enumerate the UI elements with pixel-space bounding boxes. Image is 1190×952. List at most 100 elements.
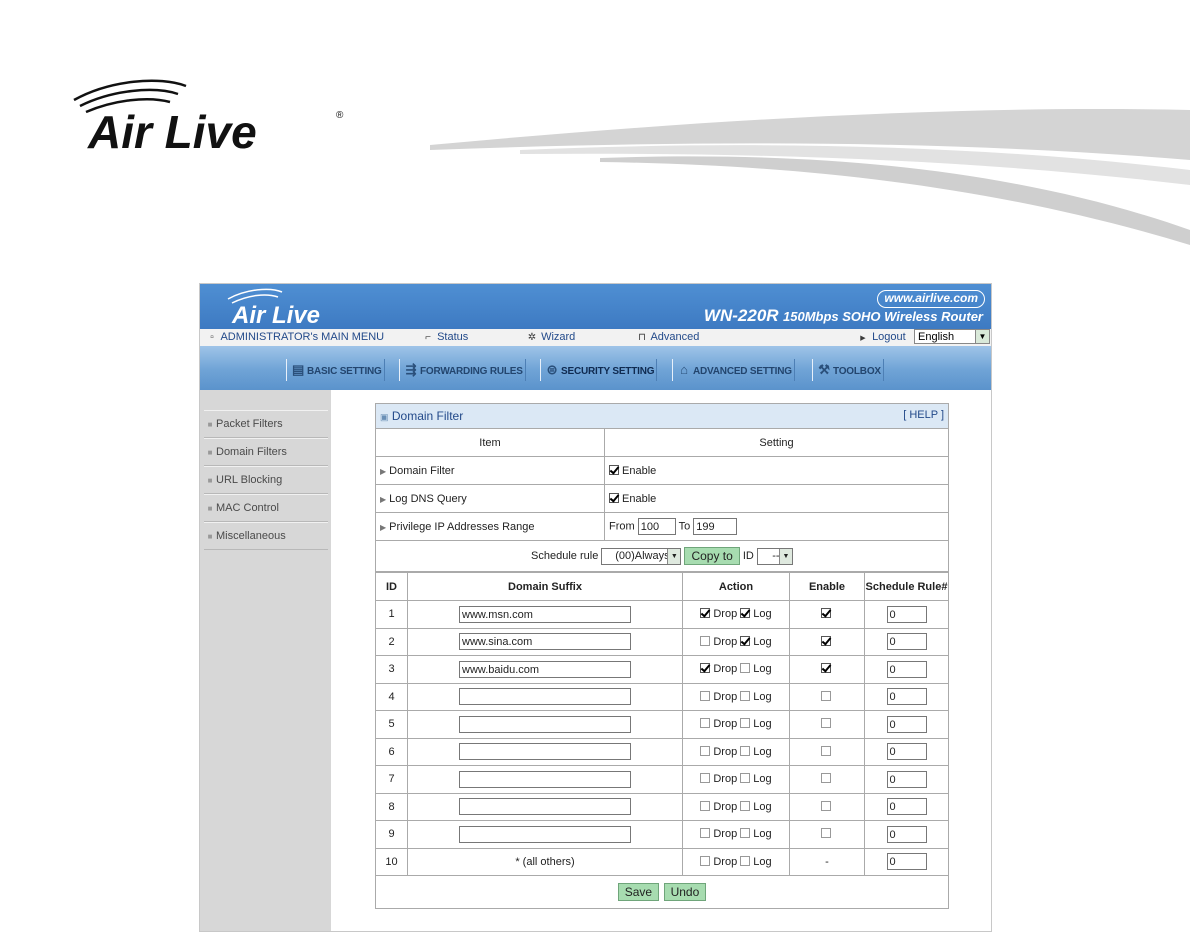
row-id: 4 [375,682,408,711]
wizard-link[interactable]: ✲ Wizard [526,331,576,343]
to-ip-input[interactable]: 199 [693,518,738,535]
save-button[interactable]: Save [617,882,660,901]
drop-checkbox[interactable] [700,773,711,784]
drop-label: Drop [713,718,738,731]
log-checkbox[interactable] [740,828,751,839]
log-checkbox[interactable] [740,663,751,674]
domain-suffix-input[interactable] [459,798,631,816]
row-id: 10 [375,847,408,876]
drop-checkbox[interactable] [700,828,711,839]
sidebar-item-packet-filters[interactable]: ■ Packet Filters [204,410,328,438]
schedule-rule-input[interactable]: 0 [886,743,927,761]
drop-checkbox[interactable] [700,635,711,646]
drop-checkbox[interactable] [700,745,711,756]
log-checkbox[interactable] [740,608,751,619]
domain-filter-checkbox[interactable] [609,464,619,475]
advanced-icon: ⊓ [638,332,646,343]
log-dns-checkbox[interactable] [609,492,619,503]
tab-security-setting[interactable]: ⊜ SECURITY SETTING [540,359,658,381]
enable-checkbox[interactable] [820,745,831,756]
sidebar-item-miscellaneous[interactable]: ■ Miscellaneous [204,522,328,550]
tab-basic-setting[interactable]: ▤ BASIC SETTING [286,359,385,381]
copy-to-button[interactable]: Copy to [684,547,740,565]
enable-checkbox[interactable] [820,800,831,811]
schedule-rule-input[interactable]: 0 [886,660,927,678]
table-row: 7 Drop Log 0 [375,765,949,794]
tab-forwarding-rules[interactable]: ⇶ FORWARDING RULES [399,359,526,381]
log-checkbox[interactable] [740,718,751,729]
enable-checkbox[interactable] [820,690,831,701]
suffix-cell: www.baidu.com [407,655,683,684]
domain-suffix-input[interactable] [459,688,631,706]
domain-suffix-input[interactable] [459,715,631,733]
language-select[interactable]: English ▼ [914,329,990,344]
schedule-rule-input[interactable]: 0 [886,770,927,788]
help-link[interactable]: [ HELP ] [903,409,944,421]
drop-checkbox[interactable] [700,608,711,619]
tab-advanced-setting[interactable]: ⌂ ADVANCED SETTING [672,359,795,381]
id-select[interactable]: -- ▼ [756,547,793,565]
enable-checkbox[interactable] [820,608,831,619]
table-row: 2 www.sina.com Drop Log 0 [375,627,949,656]
log-checkbox[interactable] [740,635,751,646]
enable-cell: - [789,847,865,876]
log-checkbox[interactable] [740,745,751,756]
schedule-rule-input[interactable]: 0 [886,715,927,733]
from-ip-input[interactable]: 100 [637,518,676,535]
schedule-rule-input[interactable]: 0 [886,633,927,651]
row-id: 8 [375,792,408,821]
domain-suffix-input[interactable]: www.msn.com [459,605,631,623]
col-setting-header: Setting [604,428,949,457]
drop-checkbox[interactable] [700,690,711,701]
tab-toolbox[interactable]: ⚒ TOOLBOX [812,359,884,381]
domain-suffix-input[interactable] [459,743,631,761]
sidebar-item-url-blocking[interactable]: ■ URL Blocking [204,466,328,494]
drop-label: Drop [713,773,738,786]
bullet-icon: ■ [207,420,213,429]
enable-checkbox[interactable] [820,828,831,839]
arrow-right-icon: ▶ [380,522,387,532]
log-checkbox[interactable] [740,855,751,866]
log-label: Log [753,690,772,703]
id-label: ID [742,549,754,562]
all-others-label: * (all others) [515,855,575,868]
log-checkbox[interactable] [740,690,751,701]
sidebar-item-mac-control[interactable]: ■ MAC Control [204,494,328,522]
enable-checkbox[interactable] [820,773,831,784]
status-link[interactable]: ⌐ Status [422,331,468,343]
domain-suffix-input[interactable]: www.sina.com [459,633,631,651]
schedule-rule-input[interactable]: 0 [886,825,927,843]
col-action-header: Action [682,572,790,601]
sidebar-item-domain-filters[interactable]: ■ Domain Filters [204,438,328,466]
model-name: WN-220R [703,306,779,325]
schedule-rule-input[interactable]: 0 [886,605,927,623]
row-id: 6 [375,737,408,766]
drop-checkbox[interactable] [700,855,711,866]
enable-cell [789,710,865,739]
action-cell: Drop Log [682,682,790,711]
domain-suffix-input[interactable] [459,825,631,843]
schedule-rule-input[interactable]: 0 [886,853,927,871]
schedule-cell: 0 [864,792,949,821]
enable-checkbox[interactable] [820,663,831,674]
log-checkbox[interactable] [740,773,751,784]
advanced-link[interactable]: ⊓ Advanced [636,331,699,343]
row-id: 2 [375,627,408,656]
drop-checkbox[interactable] [700,663,711,674]
domain-suffix-input[interactable]: www.baidu.com [459,660,631,678]
drop-checkbox[interactable] [700,800,711,811]
schedule-rule-input[interactable]: 0 [886,798,927,816]
undo-button[interactable]: Undo [663,882,707,901]
square-icon: ▫ [210,332,214,343]
log-checkbox[interactable] [740,800,751,811]
logout-link[interactable]: ▶ Logout [857,331,905,343]
schedule-rule-input[interactable]: 0 [886,688,927,706]
domain-suffix-input[interactable] [459,770,631,788]
main-menu-link[interactable]: ▫ ADMINISTRATOR's MAIN MENU [206,331,384,343]
enable-checkbox[interactable] [820,718,831,729]
chevron-down-icon: ▼ [778,548,792,564]
drop-checkbox[interactable] [700,718,711,729]
enable-checkbox[interactable] [820,635,831,646]
schedule-cell: 0 [864,600,949,629]
schedule-select[interactable]: (00)Always ▼ [601,547,682,565]
